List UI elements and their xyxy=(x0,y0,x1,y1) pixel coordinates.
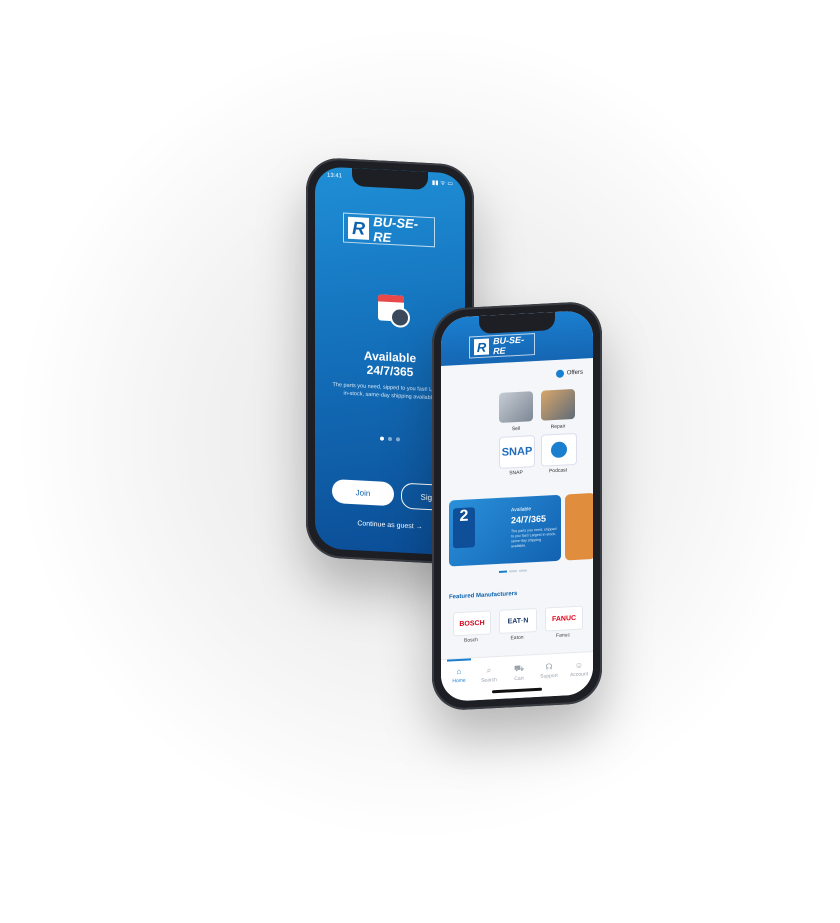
nav-home[interactable]: ⌂ Home xyxy=(445,666,473,684)
promo-banner-next[interactable] xyxy=(565,492,593,561)
home-icon: ⌂ xyxy=(456,666,462,677)
logo-text: BU-SE-RE xyxy=(373,214,419,246)
manufacturer-label-eaton: Eaton xyxy=(510,634,524,642)
podcast-icon xyxy=(551,441,567,459)
nav-label-search: Search xyxy=(481,677,497,684)
banner-carousel-dots[interactable] xyxy=(499,569,527,573)
manufacturer-fanuc[interactable]: FANUC xyxy=(545,605,583,632)
tile-label-snap: SNAP xyxy=(509,469,523,477)
carousel-dot[interactable] xyxy=(509,570,517,573)
phone-home: R BU-SE-RE Offers Sell Repair SNAP SNAP … xyxy=(432,300,602,712)
cart-icon: ⛟ xyxy=(513,663,525,674)
nav-label-support: Support xyxy=(540,672,558,680)
carousel-dot[interactable] xyxy=(380,436,384,441)
nav-support[interactable]: ☊ Support xyxy=(535,662,563,680)
banner-title: 24/7/365 xyxy=(511,513,547,526)
banner-label: Available xyxy=(511,506,532,514)
manufacturer-label-fanuc: Fanuc xyxy=(556,632,570,639)
app-logo: R BU-SE-RE xyxy=(343,212,435,248)
carousel-dot[interactable] xyxy=(396,437,400,442)
nav-label-account: Account xyxy=(569,671,589,679)
gear-icon xyxy=(555,369,564,378)
nav-label-home: Home xyxy=(452,677,466,685)
status-time: 13:41 xyxy=(327,172,343,180)
tile-repair[interactable] xyxy=(541,388,575,421)
tile-label-sell: Sell xyxy=(511,425,521,433)
carousel-dot[interactable] xyxy=(499,570,507,573)
banner-body: The parts you need, shipped to you fast!… xyxy=(511,526,557,549)
tile-podcast[interactable] xyxy=(541,432,577,467)
warranty-badge: 2 xyxy=(453,507,475,549)
manufacturer-eaton[interactable]: EAT·N xyxy=(499,607,537,634)
tile-label-repair: Repair xyxy=(550,423,566,431)
offers-label: Offers xyxy=(566,369,583,377)
offers-link[interactable]: Offers xyxy=(555,369,583,378)
nav-account[interactable]: ☺ Account xyxy=(565,660,593,679)
manufacturer-label-bosch: Bosch xyxy=(464,637,478,644)
tile-sell[interactable] xyxy=(499,391,533,423)
carousel-dot[interactable] xyxy=(519,569,527,572)
logo-mark: R xyxy=(474,338,490,356)
home-screen: R BU-SE-RE Offers Sell Repair SNAP SNAP … xyxy=(441,310,593,702)
featured-manufacturers-title: Featured Manufacturers xyxy=(449,590,518,601)
headset-icon: ☊ xyxy=(545,662,553,672)
tile-label-podcast: Podcast xyxy=(548,467,568,475)
logo-mark: R xyxy=(348,216,370,240)
search-icon: ⌕ xyxy=(486,665,492,675)
home-indicator xyxy=(492,687,542,694)
account-icon: ☺ xyxy=(574,660,584,670)
carousel-dot[interactable] xyxy=(388,436,392,442)
signal-wifi-battery-icon: ▮▮ ᯤ ▭ xyxy=(431,180,453,188)
promo-banner[interactable]: 2 Available 24/7/365 The parts you need,… xyxy=(449,494,561,567)
app-logo[interactable]: R BU-SE-RE xyxy=(469,333,535,359)
join-button[interactable]: Join xyxy=(332,478,394,507)
logo-text: BU-SE-RE xyxy=(493,334,525,357)
nav-label-cart: Cart xyxy=(514,675,524,683)
calendar-clock-icon xyxy=(378,294,410,329)
nav-cart[interactable]: ⛟ Cart xyxy=(505,663,533,683)
tile-snap[interactable]: SNAP xyxy=(499,435,535,469)
bottom-nav: ⌂ Home ⌕ Search ⛟ Cart ☊ Support ☺ Accou… xyxy=(441,651,593,702)
manufacturer-bosch[interactable]: BOSCH xyxy=(453,610,491,637)
nav-search[interactable]: ⌕ Search xyxy=(475,665,503,684)
